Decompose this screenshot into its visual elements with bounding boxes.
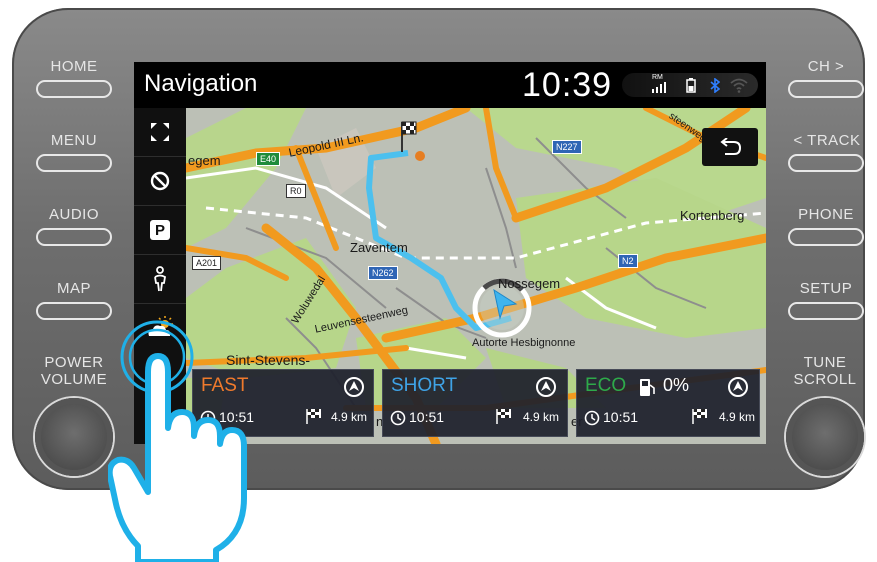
fullscreen-icon: [151, 123, 169, 141]
map-button-label: MAP: [56, 280, 91, 297]
bluetooth-icon: [710, 78, 720, 93]
signal-icon: [652, 82, 666, 93]
fuel-icon: [640, 379, 655, 396]
finish-flag-icon: [496, 409, 511, 424]
map-label-nossegem: Nossegem: [498, 276, 561, 291]
finish-flag-icon: [692, 409, 707, 424]
pointing-hand-icon: [108, 353, 247, 562]
clock-icon: [584, 410, 600, 426]
parking-label: P: [154, 221, 165, 239]
fullscreen-button[interactable]: [134, 108, 186, 157]
status-icons: RM: [622, 73, 758, 97]
menu-button[interactable]: [36, 154, 112, 172]
route-details-icon: [344, 377, 364, 397]
wifi-icon: [730, 78, 748, 93]
route-details-icon: [728, 377, 748, 397]
eco-fuel-percentage: 0%: [663, 375, 690, 395]
track-button[interactable]: [788, 154, 864, 172]
map-label-kortenberg: Kortenberg: [680, 208, 745, 223]
home-button[interactable]: [36, 80, 112, 98]
pedestrian-icon: [154, 266, 166, 292]
power-label: POWER: [44, 354, 104, 371]
back-button[interactable]: [702, 128, 758, 166]
back-icon: [720, 138, 742, 155]
route-card-short[interactable]: SHORT 10:51 4.9 km: [382, 369, 568, 437]
volume-label: VOLUME: [40, 371, 108, 388]
road-shield-r0: R0: [286, 184, 306, 198]
route-distance: 4.9 km: [331, 410, 368, 424]
route-details-icon: [536, 377, 556, 397]
home-button-label: HOME: [50, 58, 98, 75]
route-eta: 10:51: [603, 409, 639, 425]
parking-button[interactable]: P: [134, 206, 186, 255]
route-distance: 4.9 km: [719, 410, 756, 424]
audio-button-label: AUDIO: [48, 206, 99, 223]
signal-tag: RM: [652, 74, 663, 81]
ch-button-label: CH >: [807, 58, 845, 75]
finish-flag-icon: [306, 409, 321, 424]
scroll-label: SCROLL: [793, 371, 857, 388]
setup-button-label: SETUP: [799, 280, 853, 297]
route-eta: 10:51: [409, 409, 445, 425]
clock: 10:39: [522, 66, 613, 104]
route-distance: 4.9 km: [523, 410, 560, 424]
road-shield-n262: N262: [368, 266, 398, 280]
road-shield-n2: N2: [618, 254, 638, 268]
route-name: ECO: [585, 375, 627, 396]
route-card-eco[interactable]: ECO 0% 10:51 4.9 km: [576, 369, 760, 437]
map-button[interactable]: [36, 302, 112, 320]
map-label-gem: egem: [188, 153, 221, 168]
clock-icon: [390, 410, 406, 426]
phone-button-label: PHONE: [798, 206, 854, 223]
volume-knob[interactable]: [35, 398, 113, 476]
status-bar: Navigation 10:39 RM: [134, 62, 766, 108]
tune-label: TUNE: [803, 354, 847, 371]
route-name: SHORT: [391, 375, 458, 396]
avoid-icon: [150, 171, 170, 191]
audio-button[interactable]: [36, 228, 112, 246]
pedestrian-button[interactable]: [134, 255, 186, 304]
road-shield-n227: N227: [552, 140, 582, 154]
map-label-autorte: Autorte Hesbignonne: [472, 337, 576, 349]
parking-icon: P: [150, 220, 170, 240]
menu-button-label: MENU: [50, 132, 98, 149]
setup-button[interactable]: [788, 302, 864, 320]
road-shield-e40: E40: [256, 152, 281, 166]
road-shield-a201: A201: [192, 256, 222, 270]
avoid-button[interactable]: [134, 157, 186, 206]
ch-button[interactable]: [788, 80, 864, 98]
phone-button[interactable]: [788, 228, 864, 246]
tune-scroll-knob[interactable]: [786, 398, 864, 476]
battery-icon: [686, 78, 696, 93]
page-title: Navigation: [144, 70, 258, 97]
map-label-zaventem: Zaventem: [350, 240, 408, 255]
track-button-label: < TRACK: [793, 132, 861, 149]
